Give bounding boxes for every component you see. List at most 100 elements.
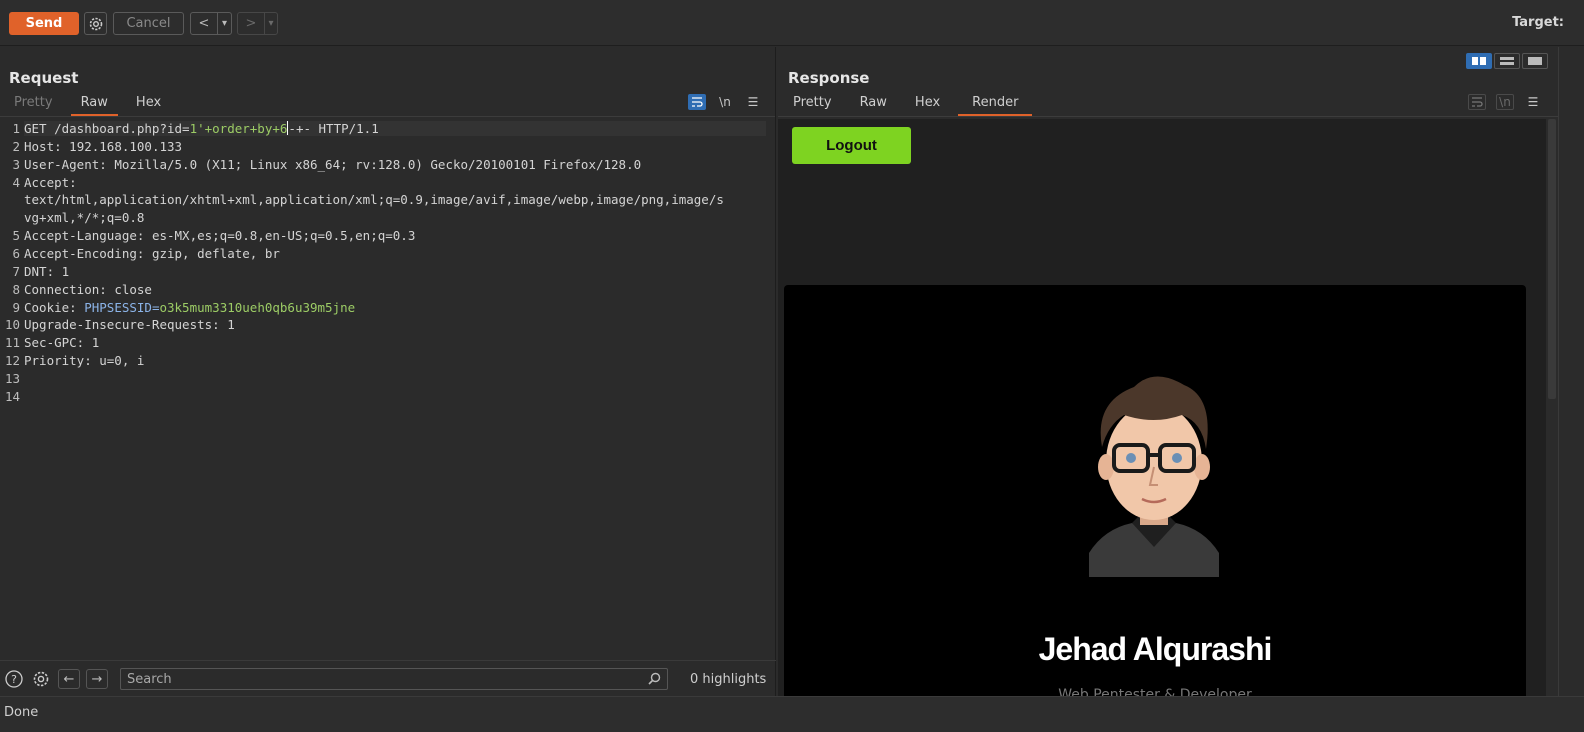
request-line[interactable]: Accept-Language: es-MX,es;q=0.8,en-US;q=… [24,228,766,243]
layout-toggle [1466,53,1548,69]
request-tabs: Pretty Raw Hex [4,94,179,116]
cookie-value: o3k5mum3310ueh0qb6u39m5jne [159,299,356,315]
request-pane: Request Pretty Raw Hex \n ☰ 1 GET /dashbo… [0,47,776,696]
avatar-illustration [1089,376,1219,577]
header-value: Mozilla/5.0 (X11; Linux x86_64; rv:128.0… [106,156,642,172]
request-line[interactable]: Accept-Encoding: gzip, deflate, br [24,246,766,261]
request-tab-raw[interactable]: Raw [70,94,118,116]
request-line[interactable]: User-Agent: Mozilla/5.0 (X11; Linux x86_… [24,157,766,172]
request-editor-tools: \n ☰ [688,94,762,110]
request-line[interactable]: GET /dashboard.php?id=1'+order+by+6-+- H… [24,121,766,136]
show-newlines-icon[interactable]: \n [716,94,734,110]
forward-arrow-icon[interactable]: > [238,13,264,34]
header-value: close [106,281,152,297]
menu-icon[interactable]: ☰ [744,94,762,110]
line-number: 14 [4,388,20,404]
header-name: Connection: [24,281,107,297]
back-arrow-icon[interactable]: < [191,13,217,34]
show-newlines-icon[interactable]: \n [1496,94,1514,110]
settings-gear-icon[interactable] [84,12,107,35]
line-number: 7 [12,263,20,279]
response-title: Response [788,69,870,87]
request-line[interactable]: DNT: 1 [24,264,766,279]
rendered-page: Logout Jehad Alqurashi Web Pentester & D… [778,119,1546,696]
svg-text:?: ? [11,673,17,686]
request-tab-divider [0,116,775,117]
line-number: 8 [12,281,20,297]
back-dropdown-icon[interactable]: ▾ [217,13,231,34]
forward-history-button[interactable]: > ▾ [237,12,278,35]
status-bar: Done [0,696,1584,732]
response-editor-tools: \n ☰ [1468,94,1542,110]
layout-tabbed-icon[interactable] [1522,53,1548,69]
target-label[interactable]: Target: [1512,15,1564,30]
request-search-bar: ? ← → 0 highlights [0,660,776,696]
header-name: DNT: [24,263,55,279]
response-tab-render[interactable]: Render [958,94,1033,116]
profile-name: Jehad Alqurashi [1038,631,1273,667]
logout-button[interactable]: Logout [792,127,911,164]
highlights-count: 0 highlights [690,672,767,687]
layout-stacked-icon[interactable] [1494,53,1520,69]
request-editor[interactable]: 1 GET /dashboard.php?id=1'+order+by+6-+- … [0,119,776,659]
menu-icon[interactable]: ☰ [1524,94,1542,110]
search-settings-gear-icon[interactable] [31,669,51,689]
request-tab-hex[interactable]: Hex [126,94,171,116]
search-next-arrow-icon[interactable]: → [86,669,108,689]
header-name: Priority: [24,353,92,369]
request-title: Request [9,69,79,87]
header-value: gzip, deflate, br [144,245,280,261]
forward-dropdown-icon[interactable]: ▾ [264,13,277,34]
layout-side-by-side-icon[interactable] [1466,53,1492,69]
status-text: Done [4,705,39,720]
response-pane: Response Pretty Raw Hex Render \n ☰ Logo… [778,47,1558,696]
help-icon[interactable]: ? [4,669,24,689]
request-line[interactable]: Cookie: PHPSESSID=o3k5mum3310ueh0qb6u39m… [24,300,766,315]
cancel-button[interactable]: Cancel [113,12,184,35]
search-icon[interactable] [648,672,661,689]
header-name: User-Agent: [24,156,107,172]
send-button[interactable]: Send [9,12,79,35]
line-number: 6 [12,245,20,261]
search-prev-arrow-icon[interactable]: ← [58,669,80,689]
line-number: 9 [12,299,20,315]
search-input[interactable] [121,669,621,689]
header-name: Host: [24,138,62,154]
header-value: vg+xml,*/*;q=0.8 [24,210,145,226]
header-name: Accept-Language: [24,228,145,244]
line-number: 13 [4,370,20,386]
response-tab-pretty[interactable]: Pretty [783,94,842,116]
response-tab-raw[interactable]: Raw [850,94,897,116]
header-name: Upgrade-Insecure-Requests: [24,317,220,333]
render-scrollbar[interactable] [1548,119,1556,399]
profile-subtitle: Web Pentester & Developer [1058,687,1252,696]
response-tabs: Pretty Raw Hex Render [783,94,1040,116]
request-line[interactable]: Upgrade-Insecure-Requests: 1 [24,317,766,332]
header-value: 192.168.100.133 [61,138,183,154]
header-name: Accept-Encoding: [24,245,145,261]
header-name: Cookie: [24,299,77,315]
back-history-button[interactable]: < ▾ [190,12,232,35]
header-value: PHPSESSID= [76,299,160,315]
request-line[interactable]: Priority: u=0, i [24,353,766,368]
response-tab-hex[interactable]: Hex [905,94,950,116]
line-number: 2 [12,138,20,154]
header-value: 1'+order+by+6 [189,121,288,136]
wrap-lines-icon[interactable] [1468,94,1486,110]
search-box [120,668,668,690]
request-line[interactable]: Accept: [24,175,766,190]
request-line[interactable]: text/html,application/xhtml+xml,applicat… [24,192,766,207]
line-number: 1 [12,121,20,136]
line-number: 10 [4,317,20,333]
request-line[interactable]: Sec-GPC: 1 [24,335,766,350]
request-line[interactable]: vg+xml,*/*;q=0.8 [24,210,766,225]
inspector-side-strip[interactable] [1558,47,1584,696]
header-value: es-MX,es;q=0.8,en-US;q=0.5,en;q=0.3 [144,228,416,244]
request-tab-pretty[interactable]: Pretty [4,94,63,116]
wrap-lines-icon[interactable] [688,94,706,110]
request-line[interactable]: Connection: close [24,282,766,297]
request-line[interactable]: Host: 192.168.100.133 [24,139,766,154]
header-value: 1 [84,335,100,351]
profile-card: Jehad Alqurashi Web Pentester & Develope… [784,285,1526,696]
header-name: GET /dashboard.php?id= [24,121,190,136]
